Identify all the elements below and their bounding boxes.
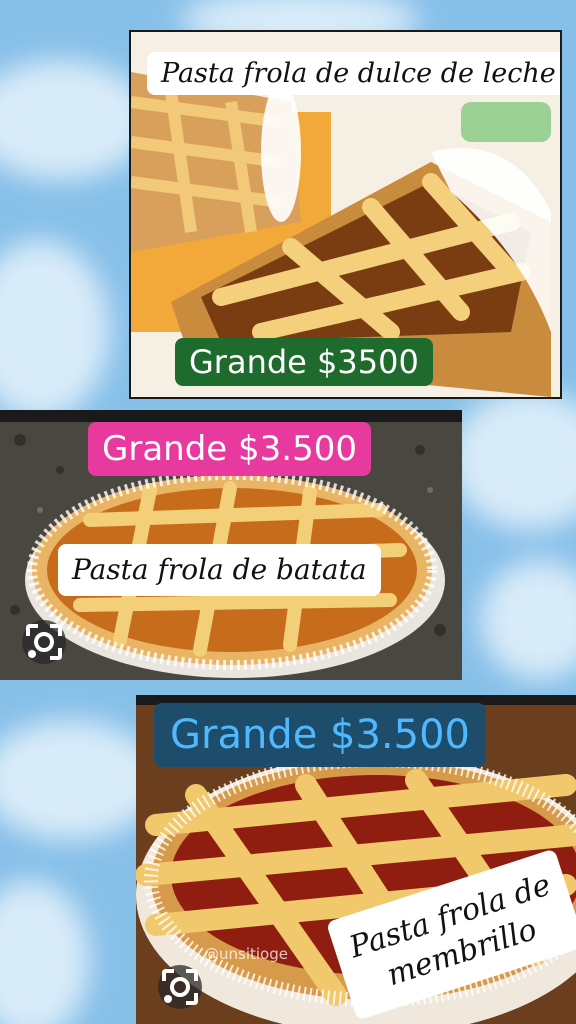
google-lens-icon xyxy=(26,624,62,660)
price-badge: Grande $3.500 xyxy=(88,422,371,476)
google-lens-button[interactable] xyxy=(22,620,66,664)
google-lens-button[interactable] xyxy=(158,965,202,1009)
price-badge: Grande $3500 xyxy=(175,338,433,386)
product-card-dulce-de-leche[interactable]: Pasta frola de dulce de leche Grande $35… xyxy=(129,30,562,399)
product-title: Pasta frola de batata xyxy=(58,544,381,596)
watermark: @unsitioge xyxy=(204,945,288,963)
price-badge: Grande $3.500 xyxy=(154,703,486,767)
product-title: Pasta frola de dulce de leche xyxy=(147,52,560,95)
product-card-batata[interactable]: Grande $3.500 Pasta frola de batata xyxy=(0,410,462,680)
product-card-membrillo[interactable]: Grande $3.500 @unsitioge Pasta frola de … xyxy=(136,695,576,1024)
google-lens-icon xyxy=(162,969,198,1005)
